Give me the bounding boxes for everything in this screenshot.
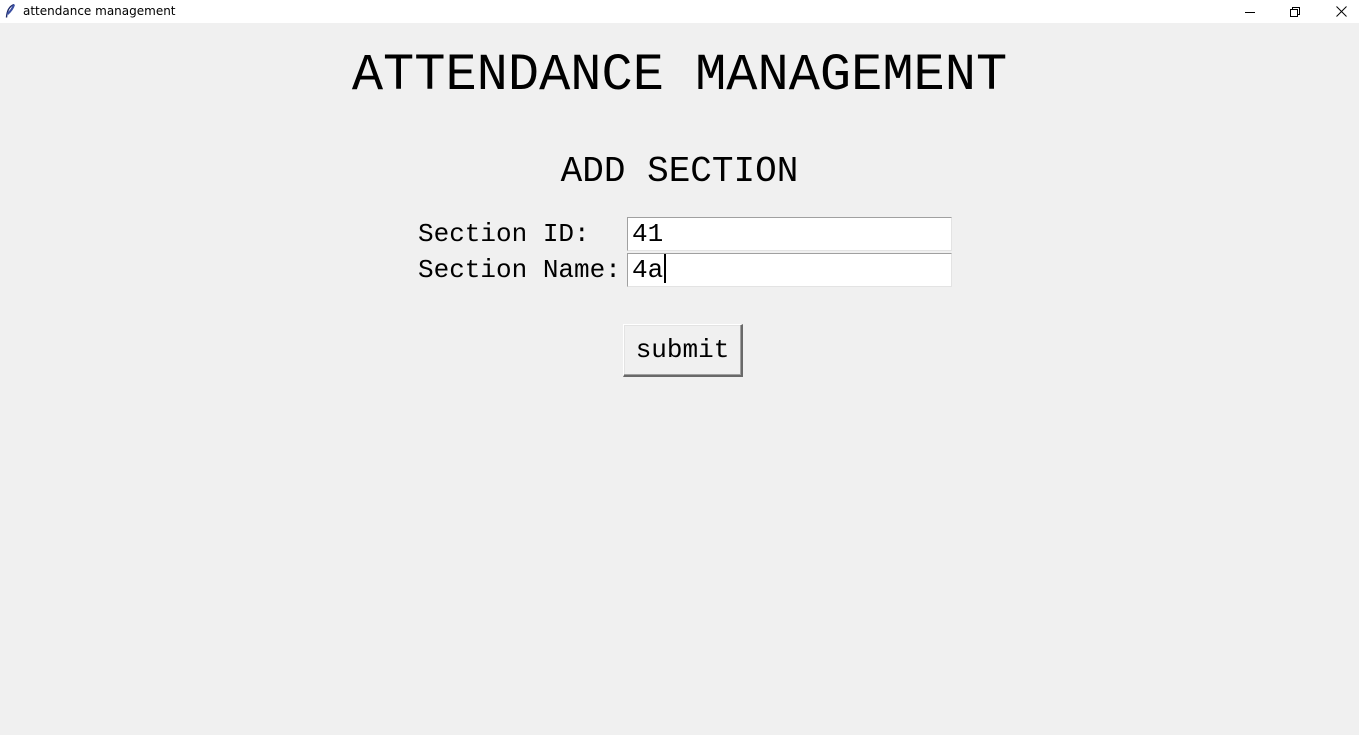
submit-button[interactable]: submit [623, 324, 743, 377]
title-bar[interactable]: attendance management [0, 0, 1359, 23]
window-title: attendance management [23, 4, 176, 18]
section-id-label: Section ID: [418, 219, 590, 249]
page-title: ATTENDANCE MANAGEMENT [351, 46, 1008, 105]
close-button[interactable] [1318, 0, 1359, 23]
feather-icon [5, 4, 16, 18]
section-name-value: 4a [632, 255, 664, 285]
text-caret [664, 254, 667, 283]
close-icon [1335, 6, 1347, 17]
restore-button[interactable] [1272, 0, 1318, 23]
app-window: attendance management ATTENDANCE MANAGEM… [0, 0, 1359, 735]
section-heading: ADD SECTION [560, 151, 799, 192]
section-id-value: 41 [632, 219, 664, 249]
section-name-label: Section Name: [418, 255, 621, 285]
section-name-input[interactable]: 4a [627, 253, 952, 287]
minimize-icon [1245, 11, 1255, 13]
restore-icon [1290, 6, 1300, 17]
section-id-input[interactable]: 41 [627, 217, 952, 251]
minimize-button[interactable] [1227, 0, 1273, 23]
